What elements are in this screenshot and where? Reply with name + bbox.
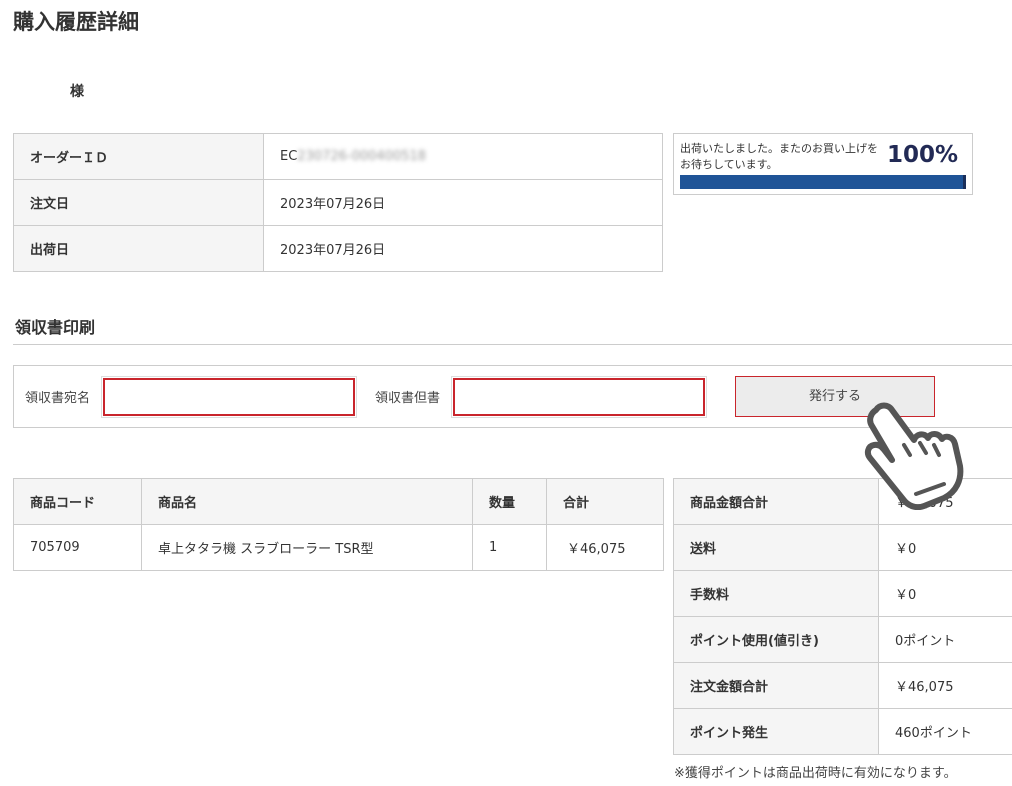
order-date-value: 2023年07月26日 [263, 179, 663, 226]
items-header-row: 商品コード 商品名 数量 合計 [13, 478, 664, 525]
receipt-proviso-label: 領収書但書 [375, 391, 441, 406]
subtotal-label: 商品金額合計 [673, 478, 879, 525]
ship-date-label: 出荷日 [13, 225, 264, 272]
order-id-prefix: EC [280, 149, 298, 164]
ship-date-row: 出荷日 2023年07月26日 [13, 225, 663, 272]
table-row: ポイント使用(値引き) 0ポイント [673, 616, 1012, 663]
shipping-progress-fill [680, 175, 964, 189]
item-total: ￥46,075 [546, 524, 664, 571]
column-header-qty: 数量 [472, 478, 547, 525]
section-divider [13, 344, 1012, 345]
order-total-label: 注文金額合計 [673, 662, 879, 709]
order-date-label: 注文日 [13, 179, 264, 226]
item-code: 705709 [13, 524, 142, 571]
shipping-status-panel: 出荷いたしました。またのお買い上げをお待ちしています。 100% [673, 133, 973, 195]
shipping-progress-bar [680, 175, 966, 189]
order-total-value: ￥46,075 [878, 662, 1012, 709]
order-date-row: 注文日 2023年07月26日 [13, 179, 663, 226]
column-header-name: 商品名 [141, 478, 473, 525]
points-used-value: 0ポイント [878, 616, 1012, 663]
pointer-hand-icon [864, 402, 964, 510]
shipping-fee-label: 送料 [673, 524, 879, 571]
item-name: 卓上タタラ機 スラブローラー TSR型 [141, 524, 473, 571]
handling-fee-label: 手数料 [673, 570, 879, 617]
items-table: 商品コード 商品名 数量 合計 705709 卓上タタラ機 スラブローラー TS… [13, 478, 664, 571]
item-qty: 1 [472, 524, 547, 571]
handling-fee-value: ￥0 [878, 570, 1012, 617]
table-row: ポイント発生 460ポイント [673, 708, 1012, 755]
points-earned-value: 460ポイント [878, 708, 1012, 755]
points-used-label: ポイント使用(値引き) [673, 616, 879, 663]
receipt-section-title: 領収書印刷 [15, 318, 96, 337]
column-header-total: 合計 [546, 478, 664, 525]
column-header-code: 商品コード [13, 478, 142, 525]
ship-date-value: 2023年07月26日 [263, 225, 663, 272]
page-title: 購入履歴詳細 [13, 10, 139, 34]
order-id-row: オーダーＩＤ EC230726-000400518 [13, 133, 663, 180]
order-id-number: 230726-000400518 [297, 149, 427, 164]
shipping-fee-value: ￥0 [878, 524, 1012, 571]
customer-name: 様 [70, 84, 84, 100]
table-row: 705709 卓上タタラ機 スラブローラー TSR型 1 ￥46,075 [13, 524, 664, 571]
points-earned-label: ポイント発生 [673, 708, 879, 755]
points-note: ※獲得ポイントは商品出荷時に有効になります。 [674, 766, 957, 781]
table-row: 手数料 ￥0 [673, 570, 1012, 617]
table-row: 注文金額合計 ￥46,075 [673, 662, 1012, 709]
table-row: 送料 ￥0 [673, 524, 1012, 571]
receipt-proviso-input[interactable] [451, 376, 707, 418]
order-id-label: オーダーＩＤ [13, 133, 264, 180]
shipping-status-message: 出荷いたしました。またのお買い上げをお待ちしています。 [680, 142, 878, 171]
shipping-status-percent: 100% [886, 142, 958, 168]
order-id-value: EC230726-000400518 [263, 133, 663, 180]
order-info-table: オーダーＩＤ EC230726-000400518 注文日 2023年07月26… [13, 133, 663, 272]
receipt-addressee-label: 領収書宛名 [25, 391, 91, 406]
totals-table: 商品金額合計 ￥46,075 送料 ￥0 手数料 ￥0 ポイント使用(値引き) … [673, 478, 1012, 755]
receipt-addressee-input[interactable] [101, 376, 357, 418]
